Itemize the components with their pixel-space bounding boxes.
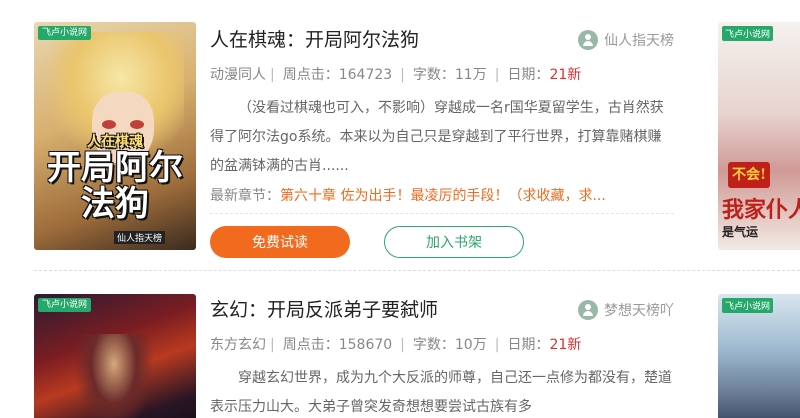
book-meta: 东方玄幻 | 周点击：158670 | 字数：10万 | 日期：21新 — [210, 337, 582, 353]
word-count: 10万 — [454, 337, 487, 353]
cover-art-eye — [130, 120, 144, 129]
book-item: 飞卢小说网 人在棋魂 开局阿尔法狗 仙人指天榜 人在棋魂：开局阿尔法狗 仙人指天… — [0, 0, 800, 268]
user-icon — [578, 30, 598, 50]
site-logo: 飞卢小说网 — [722, 26, 774, 41]
author-name: 仙人指天榜 — [604, 33, 674, 49]
book-cover[interactable]: 飞卢小说网 人在棋魂 开局阿尔法狗 仙人指天榜 — [34, 22, 196, 250]
word-count: 11万 — [454, 67, 487, 83]
book-description: （没看过棋魂也可入，不影响）穿越成一名r国华夏留学生，古肖然获得了阿尔法go系统… — [210, 100, 664, 174]
user-icon — [578, 300, 598, 320]
divider — [210, 213, 674, 214]
cover-art-eye — [102, 120, 116, 129]
update-date: 21新 — [549, 337, 582, 353]
category-label[interactable]: 东方玄幻 — [210, 337, 266, 353]
category-label[interactable]: 动漫同人 — [210, 67, 266, 83]
cover-author: 仙人指天榜 — [114, 231, 166, 244]
latest-chapter-link[interactable]: 第六十章 佐为出手！最凌厉的手段！（求收藏，求... — [280, 188, 606, 204]
book-meta: 动漫同人 | 周点击：164723 | 字数：11万 | 日期：21新 — [210, 67, 582, 83]
author-link[interactable]: 仙人指天榜 — [578, 30, 674, 50]
book-info: 玄幻：开局反派弟子要弑师 梦想天榜吖 东方玄幻 | 周点击：158670 | 字数：10… — [210, 298, 674, 418]
site-logo: 飞卢小说网 — [38, 26, 92, 40]
author-name: 梦想天榜吖 — [604, 303, 674, 319]
next-book-cover[interactable]: 飞卢小说网 不会! 我家仆人 是气运 — [718, 22, 800, 250]
site-logo: 飞卢小说网 — [722, 298, 774, 313]
latest-chapter: 最新章节：第六十章 佐为出手！最凌厉的手段！（求收藏，求... — [210, 188, 606, 204]
site-logo: 飞卢小说网 — [38, 298, 92, 312]
book-item: 飞卢小说网 玄幻：开局反派弟子要弑师 梦想天榜吖 东方玄幻 | 周点击：158670… — [0, 270, 800, 418]
free-read-button[interactable]: 免费试读 — [210, 226, 350, 258]
cover-title-art: 人在棋魂 开局阿尔法狗 — [47, 134, 183, 224]
update-date: 21新 — [549, 67, 582, 83]
next-book-cover[interactable]: 飞卢小说网 — [718, 294, 800, 418]
click-count: 164723 — [338, 67, 393, 83]
book-cover[interactable]: 飞卢小说网 — [34, 294, 196, 418]
cover-art — [74, 334, 154, 418]
book-info: 人在棋魂：开局阿尔法狗 仙人指天榜 动漫同人 | 周点击：164723 | 字数：11万… — [210, 28, 674, 258]
author-link[interactable]: 梦想天榜吖 — [578, 300, 674, 320]
book-description: 穿越玄幻世界，成为九个大反派的师尊，自己还一点修为都没有，楚道表示压力山大。大弟… — [210, 370, 672, 415]
add-to-shelf-button[interactable]: 加入书架 — [384, 226, 524, 258]
click-count: 158670 — [338, 337, 393, 353]
